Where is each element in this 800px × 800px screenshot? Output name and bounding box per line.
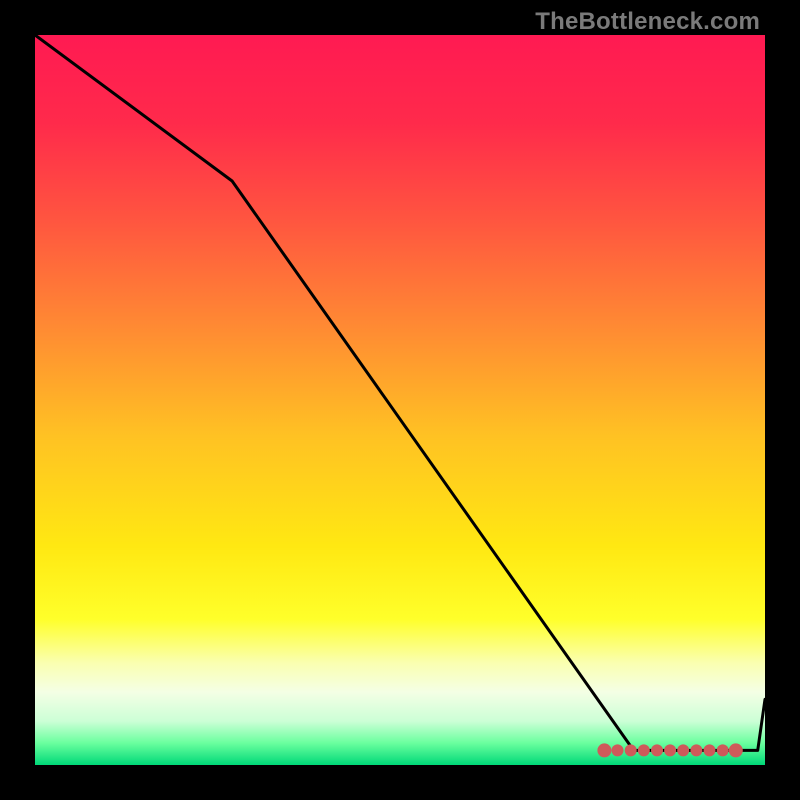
data-marker: [704, 744, 716, 756]
data-marker: [638, 744, 650, 756]
data-marker-end: [597, 743, 611, 757]
data-marker: [651, 744, 663, 756]
data-marker: [677, 744, 689, 756]
chart-stage: TheBottleneck.com: [0, 0, 800, 800]
data-marker: [717, 744, 729, 756]
data-curve: [35, 35, 765, 750]
plot-area: [35, 35, 765, 765]
data-marker: [664, 744, 676, 756]
data-marker: [625, 744, 637, 756]
line-layer: [35, 35, 765, 765]
watermark-text: TheBottleneck.com: [535, 8, 760, 36]
marker-group: [597, 743, 742, 757]
data-marker: [690, 744, 702, 756]
data-marker-end: [729, 743, 743, 757]
data-marker: [612, 744, 624, 756]
